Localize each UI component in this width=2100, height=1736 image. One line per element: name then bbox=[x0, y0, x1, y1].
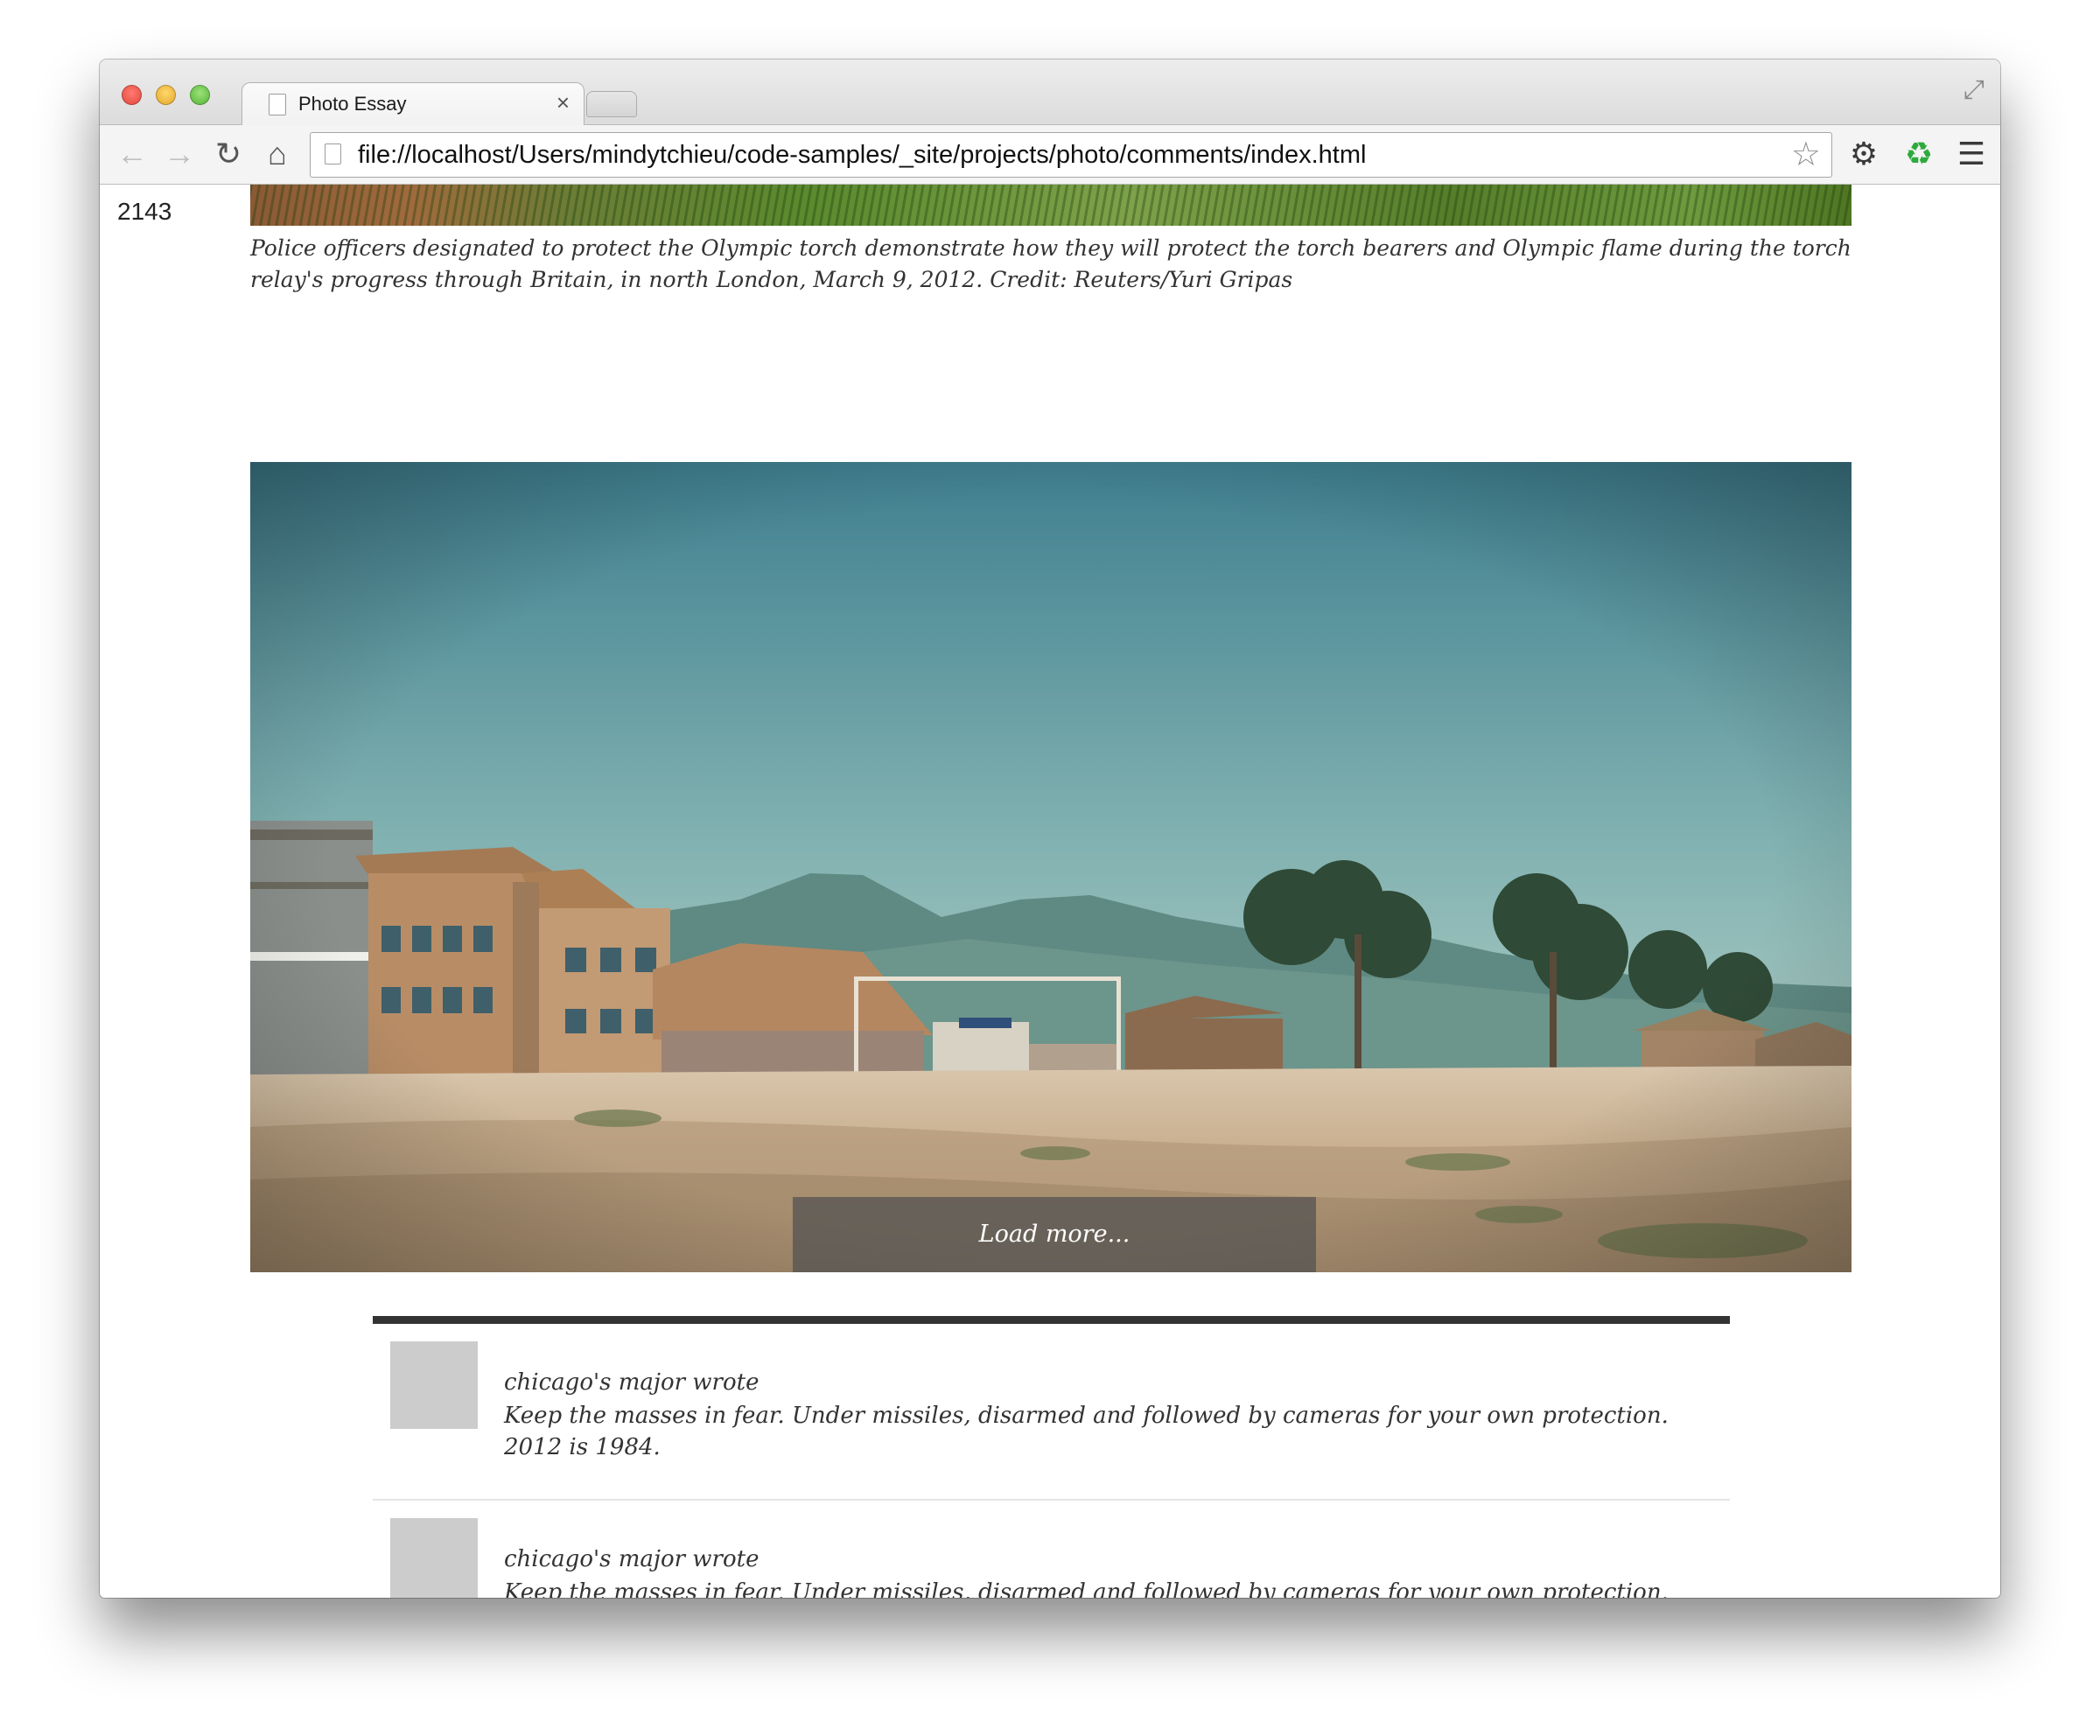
home-icon[interactable]: ⌂ bbox=[257, 134, 298, 174]
comment-item: chicago's major wrote Keep the masses in… bbox=[373, 1324, 1730, 1501]
browser-toolbar: ← → ↻ ⌂ file://localhost/Users/mindytchi… bbox=[100, 125, 2000, 185]
window-close-button[interactable] bbox=[122, 85, 142, 105]
forward-icon[interactable]: → bbox=[159, 134, 200, 174]
avatar bbox=[390, 1341, 478, 1429]
load-more-button[interactable]: Load more... bbox=[793, 1197, 1316, 1272]
tab-photo-essay[interactable]: Photo Essay × bbox=[242, 82, 584, 126]
photo-image bbox=[250, 462, 1852, 1272]
comment-author: chicago's major wrote bbox=[504, 1546, 760, 1572]
extension-icon[interactable]: ♻ bbox=[1899, 134, 1939, 174]
browser-window: Photo Essay × ⤢ ← → ↻ ⌂ file://localhost… bbox=[100, 60, 2000, 1598]
bookmark-star-icon[interactable]: ☆ bbox=[1791, 135, 1821, 174]
tab-strip: Photo Essay × ⤢ bbox=[100, 60, 2000, 126]
menu-icon[interactable]: ☰ bbox=[1951, 134, 1992, 174]
comment-author: chicago's major wrote bbox=[504, 1369, 760, 1396]
window-minimize-button[interactable] bbox=[156, 85, 176, 105]
reload-icon[interactable]: ↻ bbox=[208, 134, 248, 174]
close-icon[interactable]: × bbox=[556, 89, 570, 116]
page-icon bbox=[269, 94, 286, 116]
avatar bbox=[390, 1518, 478, 1598]
photo-caption: Police officers designated to protect th… bbox=[250, 235, 1852, 292]
new-tab-button[interactable] bbox=[586, 91, 637, 117]
tab-title: Photo Essay bbox=[298, 93, 407, 115]
settings-icon[interactable]: ⚙ bbox=[1844, 134, 1884, 174]
comment-body: Keep the masses in fear. Under missiles,… bbox=[504, 1579, 1669, 1598]
page-icon bbox=[325, 144, 341, 164]
comment-body: Keep the masses in fear. Under missiles,… bbox=[504, 1403, 1669, 1460]
comment-item: chicago's major wrote Keep the masses in… bbox=[373, 1501, 1730, 1598]
url-text[interactable]: file://localhost/Users/mindytchieu/code-… bbox=[358, 141, 1366, 170]
main-photo: Load more... bbox=[250, 462, 1852, 1272]
back-icon[interactable]: ← bbox=[112, 134, 152, 174]
screenshot-stage: Photo Essay × ⤢ ← → ↻ ⌂ file://localhost… bbox=[0, 0, 2100, 1736]
comments-list: chicago's major wrote Keep the masses in… bbox=[373, 1316, 1730, 1598]
window-maximize-button[interactable] bbox=[190, 85, 210, 105]
address-bar[interactable]: file://localhost/Users/mindytchieu/code-… bbox=[310, 132, 1832, 178]
page-viewport: 2143 Police officers designated to prote… bbox=[100, 185, 2000, 1598]
previous-photo bbox=[250, 185, 1852, 226]
scroll-counter: 2143 bbox=[117, 198, 172, 225]
fullscreen-icon[interactable]: ⤢ bbox=[1964, 75, 1984, 105]
